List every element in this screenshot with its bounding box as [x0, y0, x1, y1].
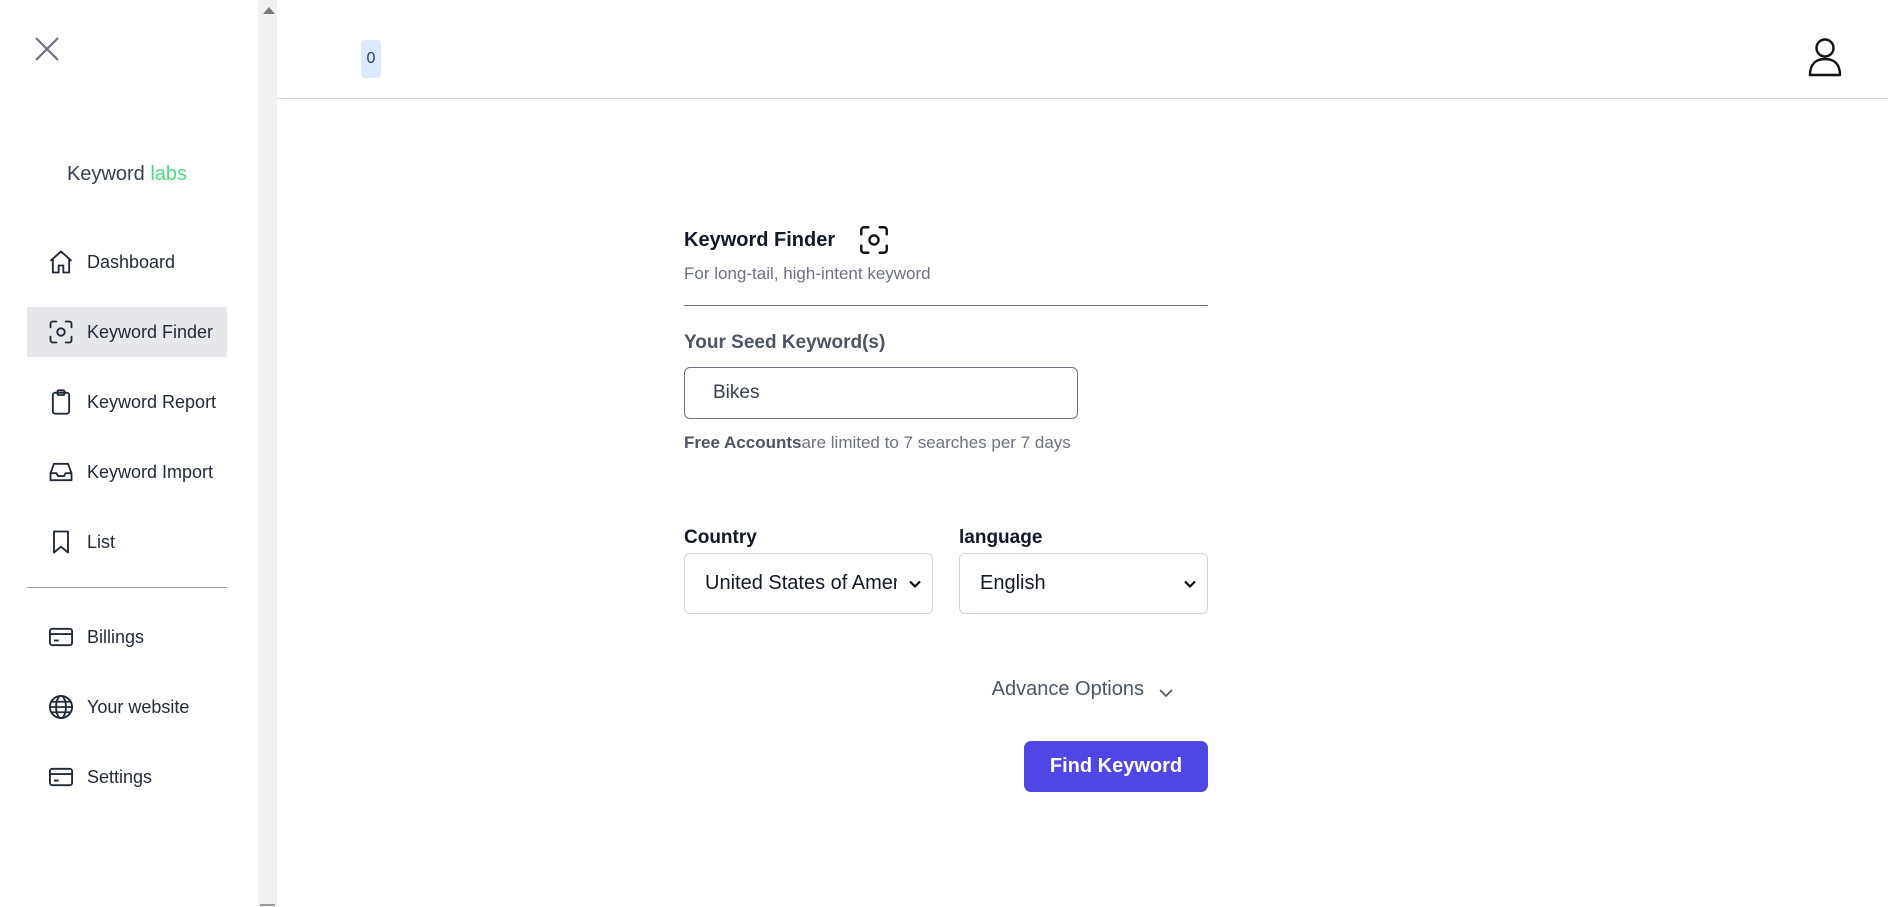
sidebar-divider: [27, 587, 227, 588]
settings-card-icon: [47, 763, 75, 791]
keyword-finder-panel: Keyword Finder For long-tail, high-inten…: [684, 220, 1208, 792]
sidebar-item-label: Billings: [87, 626, 145, 647]
country-select[interactable]: United States of America: [684, 553, 933, 614]
close-sidebar-button[interactable]: [30, 32, 64, 66]
sidebar-item-label: Keyword Import: [87, 461, 214, 482]
sidebar-item-keyword-report[interactable]: Keyword Report: [27, 377, 227, 427]
sidebar-item-label: Keyword Finder: [87, 321, 214, 342]
language-select-value: English: [980, 572, 1046, 594]
clipboard-icon: [47, 388, 75, 416]
sidebar-item-billings[interactable]: Billings: [27, 612, 227, 662]
home-icon: [47, 248, 75, 276]
credit-card-icon: [47, 623, 75, 651]
country-label: Country: [684, 527, 757, 548]
sidebar-item-your-website[interactable]: Your website: [27, 682, 227, 732]
chevron-down-icon: [1184, 580, 1196, 589]
limit-note-text: are limited to 7 searches per 7 days: [801, 433, 1071, 452]
top-bar: 0: [277, 0, 1888, 99]
sidebar-item-dashboard[interactable]: Dashboard: [27, 237, 227, 287]
sidebar-scrollbar[interactable]: [258, 0, 277, 907]
bookmark-icon: [47, 528, 75, 556]
country-field: Country United States of America: [684, 527, 933, 614]
page-subtitle: For long-tail, high-intent keyword: [684, 264, 931, 283]
sidebar-item-keyword-import[interactable]: Keyword Import: [27, 447, 227, 497]
sidebar-item-settings[interactable]: Settings: [27, 752, 227, 802]
sidebar-item-label: Dashboard: [87, 251, 176, 272]
brand-logo[interactable]: Keyword labs: [0, 163, 254, 186]
free-account-limit-note: Free Accountsare limited to 7 searches p…: [684, 433, 1208, 453]
page-title: Keyword Finder: [684, 228, 836, 251]
sidebar-item-keyword-finder[interactable]: Keyword Finder: [27, 307, 227, 357]
language-label: language: [959, 527, 1043, 548]
section-divider: [684, 305, 1208, 306]
advance-options-toggle[interactable]: Advance Options: [684, 678, 1208, 701]
limit-note-bold: Free Accounts: [684, 433, 802, 452]
sidebar-item-label: List: [87, 531, 116, 552]
sidebar-nav: Dashboard Keyword Finder Keyword Report: [27, 237, 227, 822]
country-select-value: United States of America: [705, 572, 897, 594]
brand-name: Keyword: [66, 163, 151, 185]
globe-icon: [47, 693, 75, 721]
find-keyword-button[interactable]: Find Keyword: [1024, 741, 1208, 792]
language-select[interactable]: English: [959, 553, 1208, 614]
scroll-up-arrow-icon[interactable]: [263, 7, 275, 14]
advance-options-label: Advance Options: [991, 678, 1144, 700]
chevron-down-icon: [909, 580, 921, 589]
user-icon: [1808, 38, 1842, 77]
focus-scan-icon: [860, 226, 889, 254]
brand-name-accent: labs: [150, 163, 188, 185]
seed-keyword-input[interactable]: [684, 367, 1078, 419]
seed-keyword-label: Your Seed Keyword(s): [684, 332, 886, 353]
sidebar-item-label: Settings: [87, 766, 153, 787]
chevron-down-icon: [1159, 688, 1173, 697]
user-profile-button[interactable]: [1806, 36, 1844, 78]
scroll-down-arrow-icon[interactable]: [260, 904, 275, 906]
sidebar-item-label: Your website: [87, 696, 190, 717]
focus-scan-icon: [47, 318, 75, 346]
sidebar: Keyword labs Dashboard Keyword Finder Ke…: [0, 0, 258, 907]
sidebar-item-list[interactable]: List: [27, 517, 227, 567]
credit-counter-badge: 0: [361, 40, 381, 78]
language-field: language English: [959, 527, 1208, 614]
inbox-icon: [47, 458, 75, 486]
close-icon: [35, 37, 59, 61]
sidebar-item-label: Keyword Report: [87, 391, 217, 412]
main-content: Keyword Finder For long-tail, high-inten…: [277, 100, 1888, 907]
